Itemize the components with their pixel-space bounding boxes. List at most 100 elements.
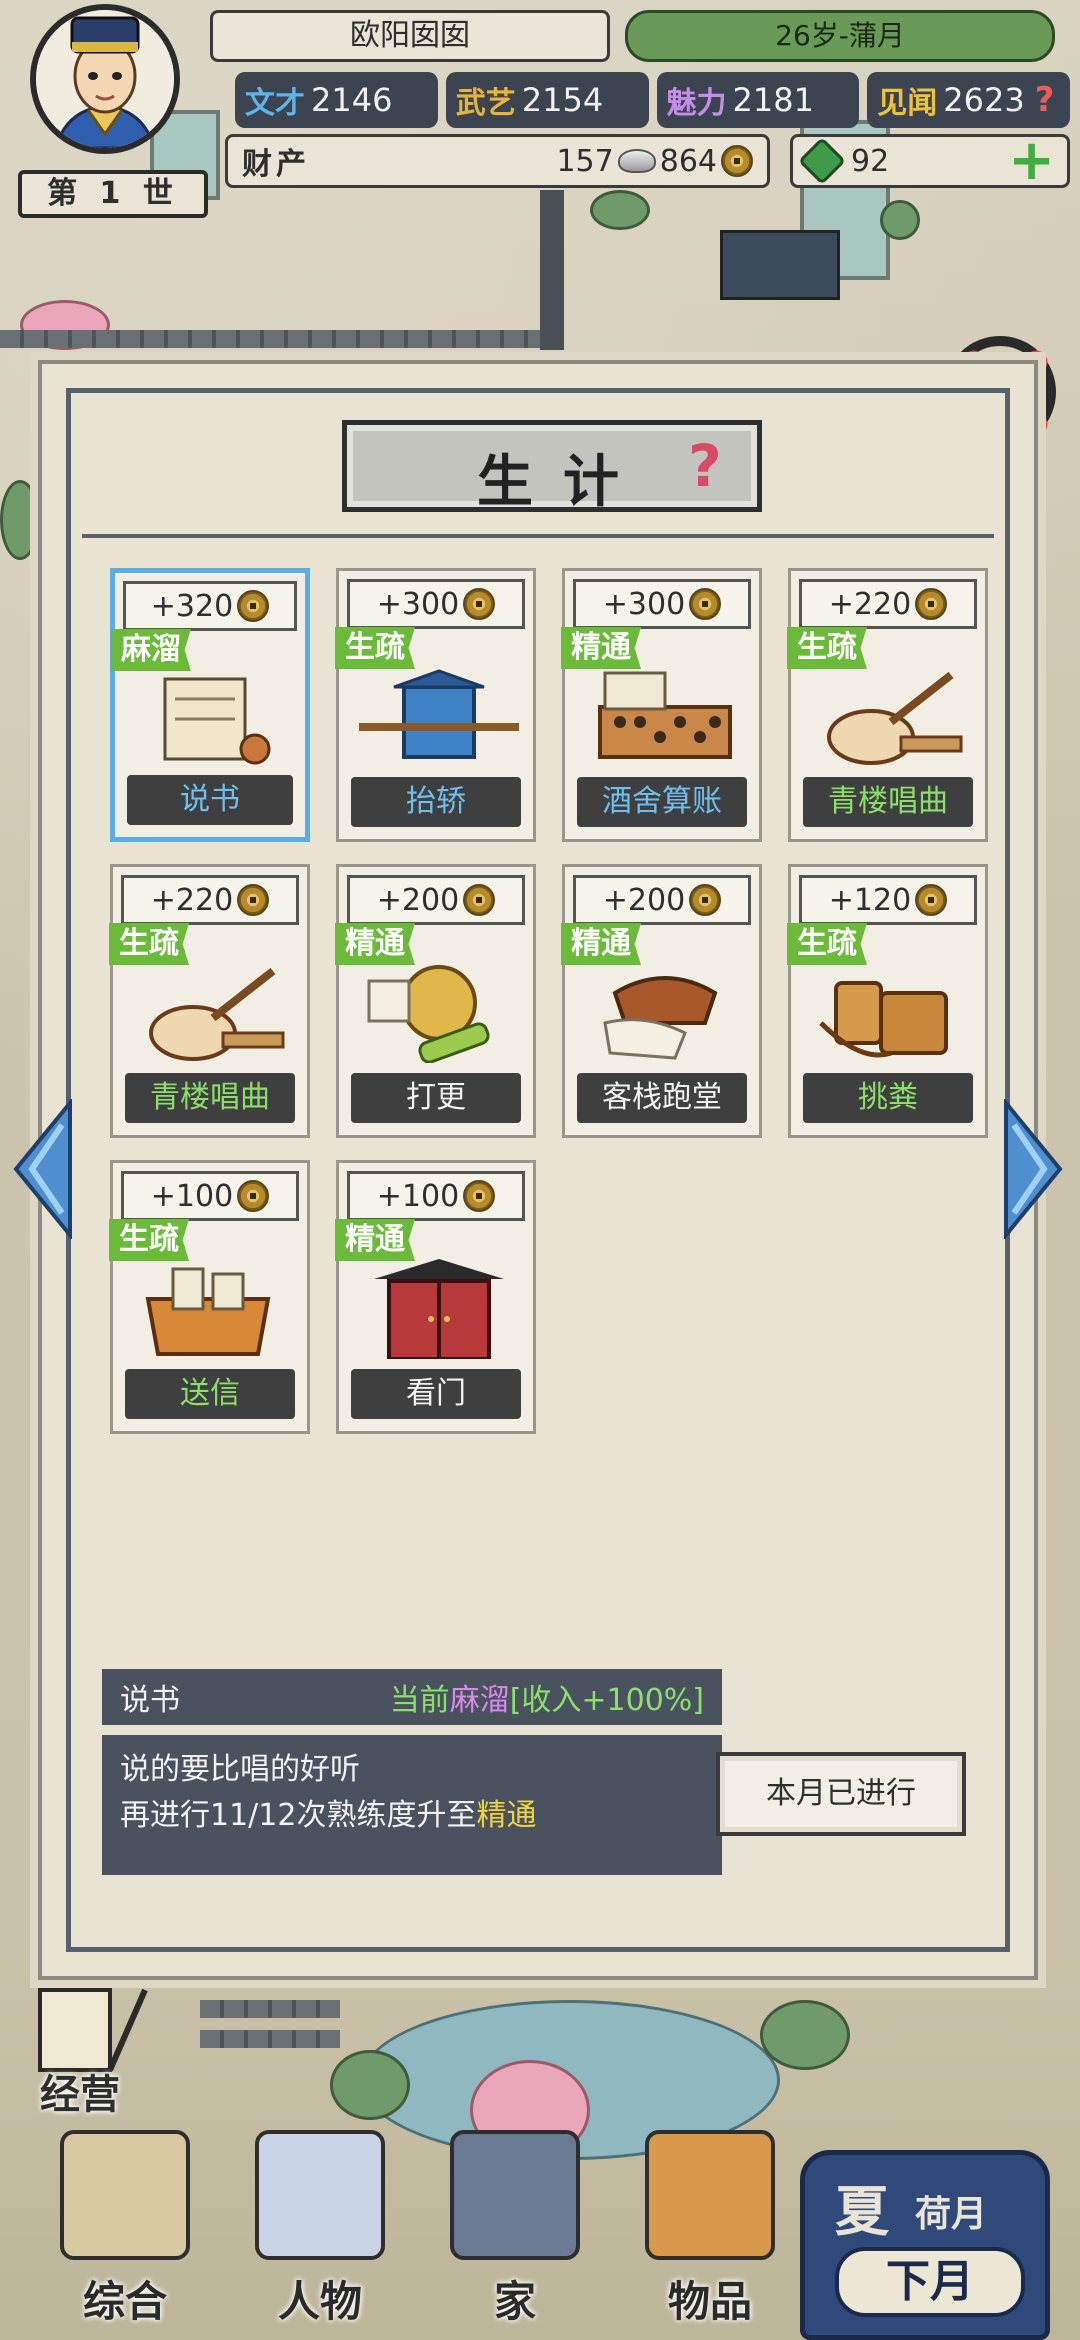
season-label: 夏 <box>835 2180 889 2243</box>
stat-meili[interactable]: 魅力 2181 <box>656 72 860 128</box>
mailbag-icon <box>133 1259 287 1359</box>
job-info-box: 说书 当前麻溜[收入+100%] 说的要比唱的好听 再进行11/12次熟练度升至… <box>102 1669 722 1884</box>
manage-label: 经营 <box>40 2072 120 2118</box>
generation-label: 第 1 世 <box>18 170 208 218</box>
arrow-right-icon <box>1004 1097 1063 1241</box>
reward-amount: +220 <box>150 882 234 918</box>
stats-help-icon[interactable]: ? <box>1035 80 1055 120</box>
manage-button[interactable]: 经营 <box>30 1980 170 2120</box>
attribute-stats: 文才 2146 武艺 2154 魅力 2181 见闻 2623 ? <box>235 72 1070 132</box>
nav-home[interactable]: 家 <box>420 2130 610 2340</box>
copper-coin-icon <box>237 1180 270 1212</box>
copper-coin-icon <box>463 588 496 620</box>
job-card[interactable]: +200 精通 打更 <box>335 864 536 1138</box>
skill-level-tag: 精通 <box>335 1219 415 1261</box>
gourd-icon <box>645 2130 775 2260</box>
job-name: 打更 <box>351 1073 521 1123</box>
stat-label: 武艺 <box>455 86 516 121</box>
job-name: 青楼唱曲 <box>803 777 973 827</box>
job-card[interactable]: +100 精通看门 <box>335 1160 536 1434</box>
skill-level-tag: 麻溜 <box>111 629 191 671</box>
job-card[interactable]: +120 生疏 挑粪 <box>787 864 988 1138</box>
reward-row: +100 <box>121 1171 299 1221</box>
job-card[interactable]: +100 生疏 送信 <box>109 1160 310 1434</box>
month-label: 荷月 <box>915 2194 988 2235</box>
current-prefix: 当前 <box>389 1683 450 1718</box>
job-card[interactable]: +300 生疏 抬轿 <box>335 568 536 842</box>
skill-level-tag: 精通 <box>561 923 641 965</box>
reward-amount: +100 <box>376 1178 460 1214</box>
stat-label: 文才 <box>245 86 305 121</box>
panel-title-plate: 生计 ? <box>342 420 762 515</box>
reward-row: +120 <box>799 875 977 925</box>
job-card[interactable]: +200 精通客栈跑堂 <box>561 864 762 1138</box>
job-name: 抬轿 <box>351 777 521 827</box>
stat-wuyi[interactable]: 武艺 2154 <box>445 72 649 128</box>
stat-wencai[interactable]: 文才 2146 <box>235 72 438 128</box>
copper-coin-icon <box>915 588 948 620</box>
skill-level-tag: 精通 <box>561 627 641 669</box>
reward-row: +320 <box>123 581 297 631</box>
reward-amount: +220 <box>828 586 912 622</box>
skill-level-tag: 生疏 <box>109 1219 189 1261</box>
wealth-label: 财产 <box>242 147 310 182</box>
copper-coin-icon <box>463 1180 496 1212</box>
job-name: 客栈跑堂 <box>577 1073 747 1123</box>
reward-row: +200 <box>347 875 525 925</box>
next-month-button[interactable]: 下月 <box>835 2247 1025 2317</box>
nav-character[interactable]: 人物 <box>225 2130 415 2340</box>
player-name: 欧阳囡囡 <box>210 10 610 62</box>
reward-row: +220 <box>121 875 299 925</box>
towel-icon <box>585 963 739 1063</box>
reward-amount: +200 <box>602 882 686 918</box>
skill-level-tag: 生疏 <box>787 627 867 669</box>
reward-row: +100 <box>347 1171 525 1221</box>
reward-amount: +300 <box>602 586 686 622</box>
gong-icon <box>359 963 513 1064</box>
job-name: 说书 <box>127 775 293 825</box>
job-card[interactable]: +320 麻溜说书 <box>110 568 310 842</box>
job-card[interactable]: +300 精通 酒舍算账 <box>561 568 762 842</box>
nav-general[interactable]: 综合 <box>30 2130 220 2340</box>
bucket-icon <box>811 963 965 1063</box>
reward-row: +220 <box>799 579 977 629</box>
stat-jianwen[interactable]: 见闻 2623 ? <box>867 72 1070 128</box>
reward-row: +200 <box>573 875 751 925</box>
reward-amount: +100 <box>150 1178 234 1214</box>
nav-label: 家 <box>493 2277 536 2326</box>
livelihood-panel: 生计 ? +320 麻溜 说书 +300 生疏 抬轿 +300 精通 酒舍算账 +220 生疏 青楼唱… <box>13 360 1063 1980</box>
prev-page-button[interactable] <box>12 1097 72 1241</box>
cart-icon <box>60 2130 190 2260</box>
stat-label: 见闻 <box>877 86 938 121</box>
house-icon <box>450 2130 580 2260</box>
job-name: 挑粪 <box>803 1073 973 1123</box>
done-this-month-button[interactable]: 本月已进行 <box>716 1752 966 1836</box>
stat-value: 2181 <box>732 81 814 119</box>
job-name: 看门 <box>351 1369 521 1419</box>
age-month-label: 26岁-蒲月 <box>625 10 1055 62</box>
nav-items[interactable]: 物品 <box>615 2130 805 2340</box>
scholar-portrait-icon <box>36 10 174 148</box>
pipa-icon <box>133 963 287 1063</box>
reward-amount: +320 <box>150 588 234 624</box>
sedan-chair-icon <box>359 667 519 767</box>
progress-line: 再进行11/12次熟练度升至精通 <box>120 1798 537 1833</box>
copper-coin-icon <box>721 145 753 177</box>
next-page-button[interactable] <box>1004 1097 1064 1241</box>
job-card[interactable]: +220 生疏青楼唱曲 <box>787 568 988 842</box>
silver-amount: 157 <box>556 143 614 179</box>
job-description: 说的要比唱的好听 再进行11/12次熟练度升至精通 <box>102 1735 722 1875</box>
copper-coin-icon <box>237 590 270 622</box>
help-icon[interactable]: ? <box>681 435 729 497</box>
player-avatar[interactable] <box>30 4 180 154</box>
pipa-icon <box>811 667 965 767</box>
reward-amount: +200 <box>376 882 460 918</box>
add-jade-button[interactable]: + <box>1008 133 1055 189</box>
skill-level-tag: 生疏 <box>109 923 189 965</box>
copper-coin-icon <box>915 884 948 916</box>
person-icon <box>255 2130 385 2260</box>
next-level: 精通 <box>476 1798 537 1833</box>
job-card[interactable]: +220 生疏 青楼唱曲 <box>109 864 310 1138</box>
wealth-bar: 财产 157 864 <box>225 134 770 188</box>
selected-job-name: 说书 <box>120 1683 180 1718</box>
